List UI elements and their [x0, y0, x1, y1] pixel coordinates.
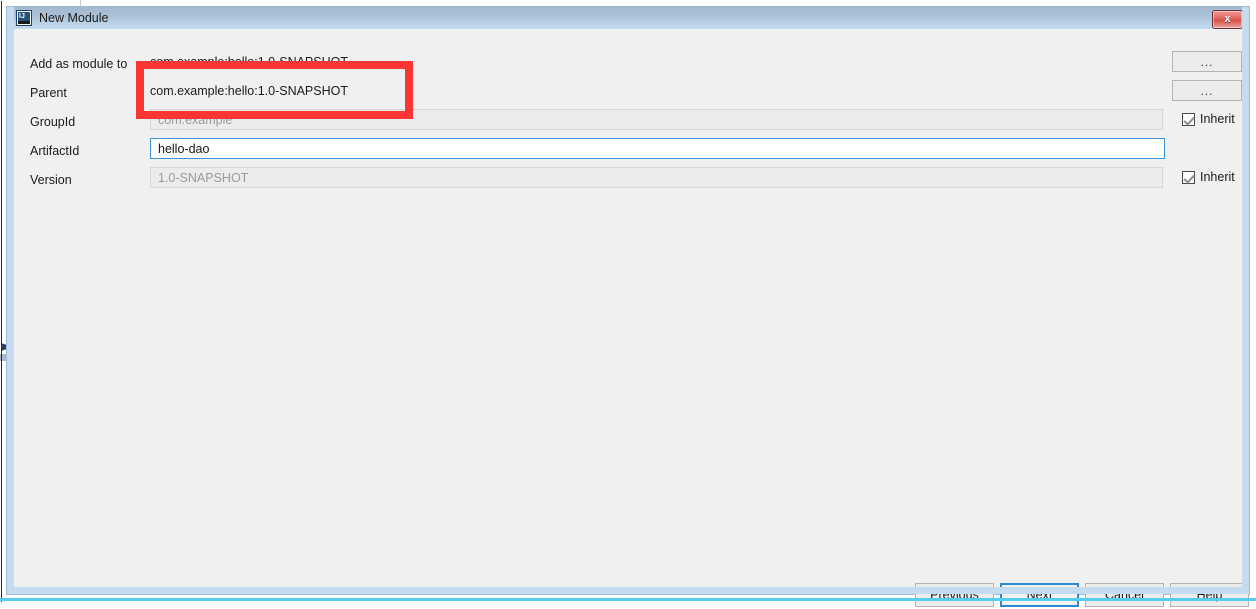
dialog-titlebar: IJ New Module x — [7, 7, 1249, 29]
close-button[interactable]: x — [1212, 10, 1243, 29]
label-version: Version — [30, 173, 72, 187]
checkbox-icon-groupid[interactable] — [1182, 113, 1195, 126]
browse-button-parent[interactable]: ... — [1172, 80, 1242, 101]
inherit-label-groupid: Inherit — [1200, 112, 1235, 126]
version-input[interactable]: 1.0-SNAPSHOT — [150, 167, 1163, 188]
intellij-idea-icon-bar — [18, 21, 30, 24]
browse-button-add-as-module-to[interactable]: ... — [1172, 51, 1242, 72]
label-groupid: GroupId — [30, 115, 75, 129]
next-button[interactable]: Next — [1000, 583, 1079, 607]
label-parent: Parent — [30, 86, 67, 100]
close-icon: x — [1224, 14, 1230, 25]
cancel-button[interactable]: Cancel — [1085, 583, 1164, 607]
checkbox-icon-version[interactable] — [1182, 171, 1195, 184]
dialog-footer: Previous Next Cancel Help — [14, 583, 1242, 609]
help-button[interactable]: Help — [1170, 583, 1249, 607]
artifactid-input[interactable]: hello-dao — [150, 138, 1165, 159]
dialog-title: New Module — [39, 11, 108, 25]
label-add-as-module-to: Add as module to — [30, 57, 127, 71]
label-artifactid: ArtifactId — [30, 144, 79, 158]
groupid-input[interactable]: com.example — [150, 109, 1163, 130]
inherit-label-version: Inherit — [1200, 170, 1235, 184]
inherit-checkbox-groupid[interactable]: Inherit — [1182, 112, 1235, 126]
new-module-dialog: IJ New Module x Add as module to com.exa… — [6, 6, 1250, 595]
intellij-idea-icon: IJ — [16, 10, 32, 26]
intellij-idea-icon-letters: IJ — [19, 13, 25, 20]
combo-parent[interactable]: com.example:hello:1.0-SNAPSHOT — [150, 84, 348, 98]
combo-add-as-module-to[interactable]: com.example:hello:1.0-SNAPSHOT — [150, 55, 348, 69]
dialog-body: Add as module to com.example:hello:1.0-S… — [14, 29, 1242, 587]
inherit-checkbox-version[interactable]: Inherit — [1182, 170, 1235, 184]
previous-button[interactable]: Previous — [915, 583, 994, 607]
